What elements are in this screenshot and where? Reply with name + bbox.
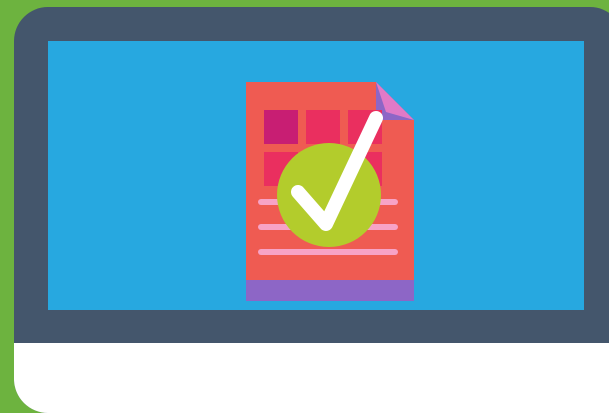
document-tile (306, 110, 340, 144)
monitor-chin (14, 343, 609, 413)
document-tile (264, 110, 298, 144)
document-footer (246, 280, 414, 301)
document-icon (246, 82, 414, 301)
illustration (0, 0, 609, 413)
document-line (258, 249, 398, 255)
monitor-screen (48, 41, 584, 310)
monitor-icon (14, 7, 609, 413)
